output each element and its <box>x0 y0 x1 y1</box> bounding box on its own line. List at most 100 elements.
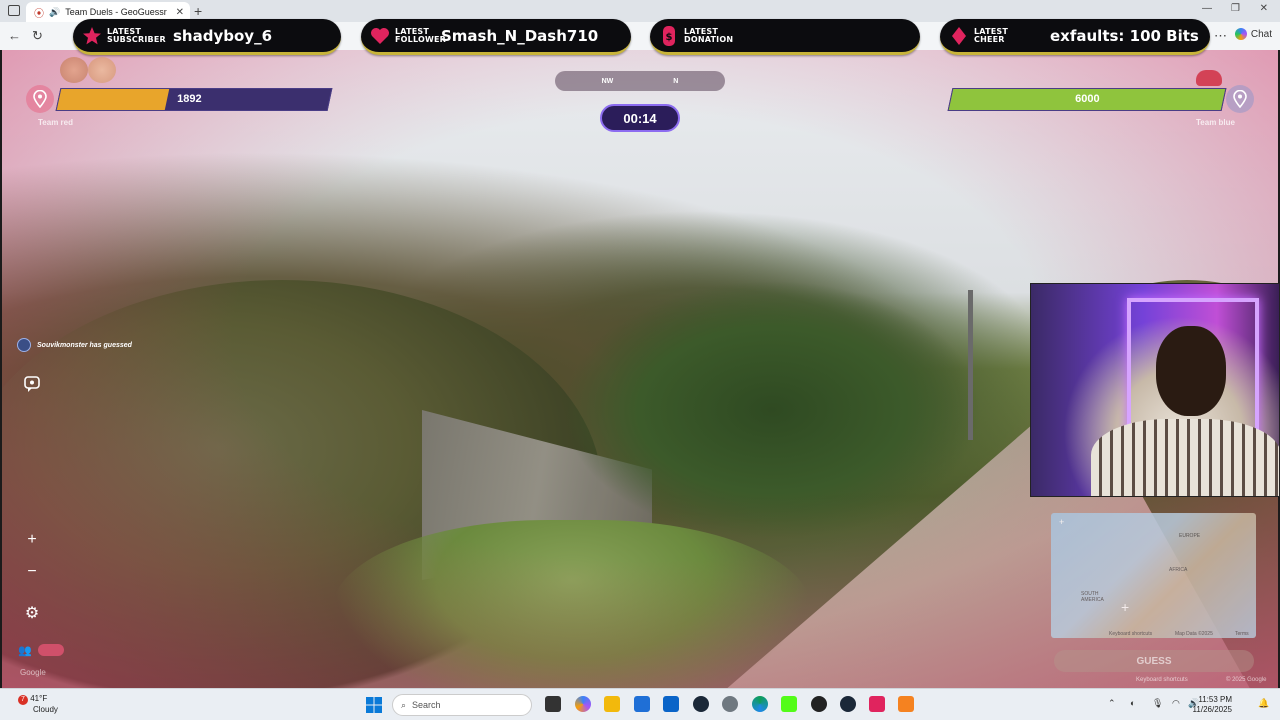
weather-condition: Cloudy <box>33 705 58 714</box>
search-icon: ⌕ <box>401 699 407 710</box>
map-data: Map Data ©2025 <box>1175 631 1213 637</box>
crosshair-cursor-icon: + <box>1121 599 1130 615</box>
steam-icon[interactable] <box>693 696 709 712</box>
player-emoji-avatar <box>60 57 88 83</box>
people-icon: 👥 <box>18 644 32 657</box>
alert-label: LATEST CHEER <box>974 26 1009 44</box>
alert-value: Smash_N_Dash710 <box>441 26 599 45</box>
map-label-africa: AFRICA <box>1169 567 1188 573</box>
close-window-icon[interactable]: ✕ <box>1260 3 1268 14</box>
streamer-shirt <box>1091 419 1279 496</box>
svg-text:$: $ <box>666 32 673 43</box>
wifi-icon[interactable]: ◠ <box>1172 698 1180 709</box>
compass-heading: NW <box>601 77 614 85</box>
file-explorer-icon[interactable] <box>604 696 620 712</box>
emote-toggle[interactable]: 👥 <box>18 636 78 664</box>
alert-label: LATEST DONATION <box>684 26 734 44</box>
back-icon[interactable]: ← <box>8 28 21 43</box>
tab-title: Team Duels - GeoGuessr <box>65 7 167 17</box>
chat-button[interactable]: Chat <box>1234 28 1272 40</box>
clock-date: 11/26/2025 <box>1192 705 1232 714</box>
alert-value: exfaults: 100 Bits <box>1050 26 1199 45</box>
tiktok-icon[interactable] <box>869 696 885 712</box>
diamond-icon <box>948 25 970 47</box>
clock[interactable]: 11:53 PM 11/26/2025 <box>1193 695 1232 715</box>
tray-overflow-icon[interactable]: ⌃ <box>1108 698 1116 709</box>
alert-value: shadyboy_6 <box>173 26 273 45</box>
more-icon[interactable]: ⋯ <box>1214 28 1227 44</box>
map-terms[interactable]: Terms <box>1235 631 1249 637</box>
player-avatar <box>17 338 31 352</box>
team-red-label: Team red <box>38 118 73 127</box>
map-label-europe: EUROPE <box>1179 533 1201 539</box>
windows-start-icon[interactable] <box>366 697 382 718</box>
player-emoji-avatar <box>1196 70 1222 86</box>
minimize-icon[interactable]: — <box>1202 3 1212 14</box>
alert-cheer: LATEST CHEER exfaults: 100 Bits <box>940 19 1210 55</box>
weather-badge: 7 <box>18 695 28 705</box>
search-placeholder: Search <box>412 700 441 710</box>
new-tab-icon[interactable]: + <box>194 3 202 19</box>
copilot-icon[interactable] <box>575 696 591 712</box>
refresh-icon[interactable]: ↻ <box>32 28 43 44</box>
alert-donation: $ LATEST DONATION <box>650 19 920 55</box>
team-red-health-value: 1892 <box>177 93 202 105</box>
grass-patch <box>332 520 812 688</box>
minimap-zoom-icon[interactable]: + <box>1059 517 1064 527</box>
windows-taskbar: 7 41°F Cloudy ⌕ Search ⌃ ◐ 🎙 ◠ 🔊 11:53 P… <box>0 688 1280 720</box>
compass: NW N <box>555 71 725 91</box>
utility-pole <box>968 290 973 440</box>
streamer-head <box>1156 326 1226 416</box>
store-icon[interactable] <box>634 696 650 712</box>
alert-subscriber: LATEST SUBSCRIBER shadyboy_6 <box>73 19 341 55</box>
guess-minimap[interactable]: EUROPE AFRICA SOUTH AMERICA + + Keyboard… <box>1051 513 1256 638</box>
team-red-pin-icon <box>26 85 54 113</box>
tab-actions-icon[interactable] <box>8 5 20 16</box>
settings-gear-icon[interactable]: ⚙ <box>18 599 46 627</box>
round-timer: 00:14 <box>600 104 680 132</box>
kick-icon[interactable] <box>781 696 797 712</box>
outlook-icon[interactable] <box>663 696 679 712</box>
alert-follower: LATEST FOLLOWER Smash_N_Dash710 <box>361 19 631 55</box>
geoguessr-pin-icon: ⦿ <box>34 8 44 20</box>
obs-icon[interactable] <box>811 696 827 712</box>
toggle-switch[interactable] <box>37 644 64 656</box>
taskbar-search[interactable]: ⌕ Search <box>392 694 532 716</box>
notification-bell-icon[interactable]: 🔔 <box>1258 698 1269 709</box>
footer-copyright: © 2025 Google <box>1226 677 1267 683</box>
google-logo: Google <box>20 668 46 677</box>
map-shortcuts[interactable]: Keyboard shortcuts <box>1109 631 1152 637</box>
footer-shortcuts[interactable]: Keyboard shortcuts <box>1136 677 1188 683</box>
weather-temperature: 41°F <box>30 694 48 703</box>
team-blue-pin-icon <box>1226 85 1254 113</box>
alert-label: LATEST SUBSCRIBER <box>107 26 166 44</box>
microphone-icon[interactable]: 🎙 <box>1152 698 1163 709</box>
edge-icon[interactable] <box>752 696 768 712</box>
team-blue-health-value: 6000 <box>1075 93 1100 105</box>
weather-widget[interactable]: 7 41°F Cloudy <box>18 694 58 715</box>
zoom-out-button[interactable]: − <box>18 558 46 586</box>
steam-secondary-icon[interactable] <box>840 696 856 712</box>
chat-label: Chat <box>1250 28 1272 40</box>
team-red-health-bar: 1892 <box>55 88 333 111</box>
maximize-icon[interactable]: ❐ <box>1231 3 1240 14</box>
dollar-icon: $ <box>658 25 680 47</box>
clock-time: 11:53 PM <box>1198 695 1232 704</box>
settings-app-icon[interactable] <box>722 696 738 712</box>
zoom-in-button[interactable]: + <box>18 526 46 554</box>
chat-bubble-icon[interactable] <box>18 370 46 398</box>
tray-app-icon[interactable]: ◐ <box>1130 698 1135 708</box>
copilot-icon <box>1234 28 1247 40</box>
tab-close-icon[interactable]: ✕ <box>176 7 184 18</box>
bush-middle <box>562 280 982 540</box>
heart-icon <box>369 25 391 47</box>
compass-marker: N <box>673 77 679 85</box>
team-blue-label: Team blue <box>1196 118 1235 127</box>
streamlabs-icon[interactable] <box>898 696 914 712</box>
guess-button[interactable]: GUESS <box>1054 650 1254 672</box>
team-blue-health-bar: 6000 <box>947 88 1227 111</box>
audio-icon[interactable]: 🔊 <box>49 7 60 18</box>
map-label-south-america: SOUTH AMERICA <box>1081 591 1104 603</box>
streamer-webcam <box>1030 283 1280 497</box>
task-view-icon[interactable] <box>545 696 561 712</box>
